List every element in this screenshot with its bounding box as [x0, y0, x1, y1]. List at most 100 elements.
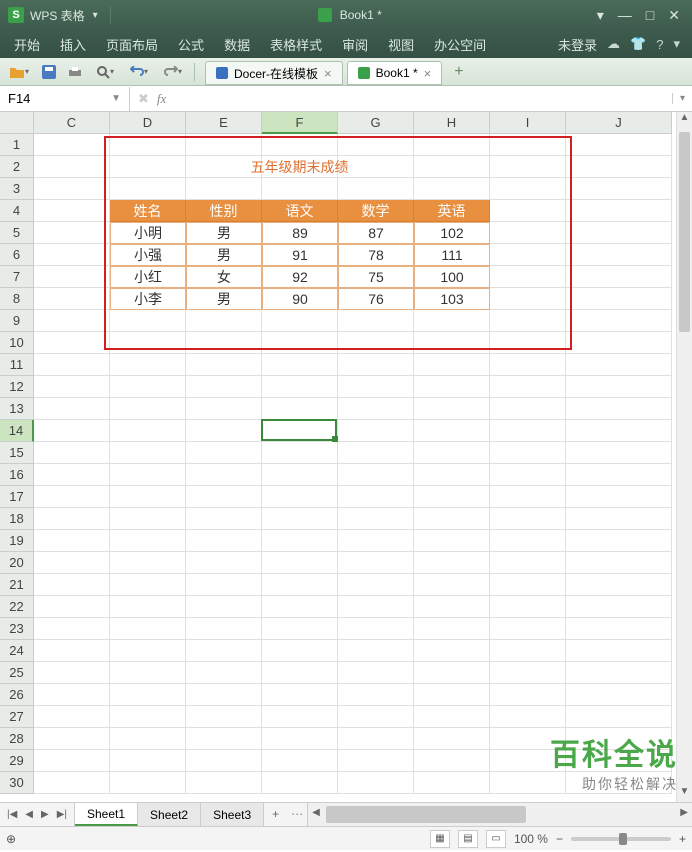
cell-I1[interactable] — [490, 134, 566, 156]
cell-C19[interactable] — [34, 530, 110, 552]
cell-F27[interactable] — [262, 706, 338, 728]
cell-G23[interactable] — [338, 618, 414, 640]
view-page-button[interactable]: ▤ — [458, 830, 478, 848]
cell-C23[interactable] — [34, 618, 110, 640]
cell-I22[interactable] — [490, 596, 566, 618]
row-header-11[interactable]: 11 — [0, 354, 34, 376]
cell-I10[interactable] — [490, 332, 566, 354]
row-header-16[interactable]: 16 — [0, 464, 34, 486]
cell-E6[interactable]: 男 — [186, 244, 262, 266]
sheet-next-icon[interactable]: ▶ — [38, 809, 52, 820]
cell-F28[interactable] — [262, 728, 338, 750]
window-maximize[interactable]: □ — [646, 7, 654, 24]
cell-H20[interactable] — [414, 552, 490, 574]
row-header-19[interactable]: 19 — [0, 530, 34, 552]
cell-F18[interactable] — [262, 508, 338, 530]
cell-F23[interactable] — [262, 618, 338, 640]
cell-J7[interactable] — [566, 266, 672, 288]
cell-F10[interactable] — [262, 332, 338, 354]
col-header-E[interactable]: E — [186, 112, 262, 134]
cell-C28[interactable] — [34, 728, 110, 750]
cell-D22[interactable] — [110, 596, 186, 618]
cell-C11[interactable] — [34, 354, 110, 376]
cell-C7[interactable] — [34, 266, 110, 288]
cell-G21[interactable] — [338, 574, 414, 596]
cell-E27[interactable] — [186, 706, 262, 728]
cell-J5[interactable] — [566, 222, 672, 244]
menu-页面布局[interactable]: 页面布局 — [96, 31, 168, 58]
formula-cancel-icon[interactable]: ✖ — [138, 91, 149, 107]
cell-I12[interactable] — [490, 376, 566, 398]
cell-F8[interactable]: 90 — [262, 288, 338, 310]
cell-F22[interactable] — [262, 596, 338, 618]
cell-I16[interactable] — [490, 464, 566, 486]
sheet-tab-Sheet2[interactable]: Sheet2 — [138, 803, 201, 826]
cell-D7[interactable]: 小红 — [110, 266, 186, 288]
cell-H11[interactable] — [414, 354, 490, 376]
cell-C17[interactable] — [34, 486, 110, 508]
cell-H1[interactable] — [414, 134, 490, 156]
cell-E8[interactable]: 男 — [186, 288, 262, 310]
cell-G4[interactable]: 数学 — [338, 200, 414, 222]
cell-G15[interactable] — [338, 442, 414, 464]
cell-F24[interactable] — [262, 640, 338, 662]
view-normal-button[interactable]: ▦ — [430, 830, 450, 848]
cell-H13[interactable] — [414, 398, 490, 420]
cell-H6[interactable]: 111 — [414, 244, 490, 266]
cell-I18[interactable] — [490, 508, 566, 530]
cell-D24[interactable] — [110, 640, 186, 662]
cell-D15[interactable] — [110, 442, 186, 464]
cell-F25[interactable] — [262, 662, 338, 684]
cell-E24[interactable] — [186, 640, 262, 662]
cell-H22[interactable] — [414, 596, 490, 618]
cell-C12[interactable] — [34, 376, 110, 398]
cell-G24[interactable] — [338, 640, 414, 662]
row-header-6[interactable]: 6 — [0, 244, 34, 266]
zoom-out-button[interactable]: − — [556, 832, 563, 846]
cell-C3[interactable] — [34, 178, 110, 200]
select-all-corner[interactable] — [0, 112, 34, 134]
cell-D14[interactable] — [110, 420, 186, 442]
cell-G14[interactable] — [338, 420, 414, 442]
cell-H21[interactable] — [414, 574, 490, 596]
cell-G13[interactable] — [338, 398, 414, 420]
cell-C20[interactable] — [34, 552, 110, 574]
cell-H2[interactable] — [414, 156, 490, 178]
cell-H27[interactable] — [414, 706, 490, 728]
col-header-F[interactable]: F — [262, 112, 338, 134]
cell-E10[interactable] — [186, 332, 262, 354]
col-header-G[interactable]: G — [338, 112, 414, 134]
cell-J25[interactable] — [566, 662, 672, 684]
cell-E28[interactable] — [186, 728, 262, 750]
cell-E11[interactable] — [186, 354, 262, 376]
cell-I15[interactable] — [490, 442, 566, 464]
cell-G3[interactable] — [338, 178, 414, 200]
redo-button[interactable]: ▾ — [158, 61, 188, 83]
cell-E12[interactable] — [186, 376, 262, 398]
row-header-10[interactable]: 10 — [0, 332, 34, 354]
open-button[interactable]: ▾ — [4, 61, 34, 83]
hscroll-thumb[interactable] — [326, 806, 526, 823]
row-header-12[interactable]: 12 — [0, 376, 34, 398]
doc-tab-1[interactable]: Book1 *× — [347, 61, 443, 85]
cell-I2[interactable] — [490, 156, 566, 178]
row-header-15[interactable]: 15 — [0, 442, 34, 464]
sheet-tab-Sheet3[interactable]: Sheet3 — [201, 803, 264, 826]
cell-G25[interactable] — [338, 662, 414, 684]
cell-I19[interactable] — [490, 530, 566, 552]
cell-H7[interactable]: 100 — [414, 266, 490, 288]
view-break-button[interactable]: ▭ — [486, 830, 506, 848]
cell-F13[interactable] — [262, 398, 338, 420]
cell-G16[interactable] — [338, 464, 414, 486]
cell-F11[interactable] — [262, 354, 338, 376]
cell-J18[interactable] — [566, 508, 672, 530]
cell-I8[interactable] — [490, 288, 566, 310]
cell-D28[interactable] — [110, 728, 186, 750]
cell-C29[interactable] — [34, 750, 110, 772]
cell-E19[interactable] — [186, 530, 262, 552]
cell-I13[interactable] — [490, 398, 566, 420]
row-header-13[interactable]: 13 — [0, 398, 34, 420]
cell-C27[interactable] — [34, 706, 110, 728]
row-header-18[interactable]: 18 — [0, 508, 34, 530]
cell-G7[interactable]: 75 — [338, 266, 414, 288]
